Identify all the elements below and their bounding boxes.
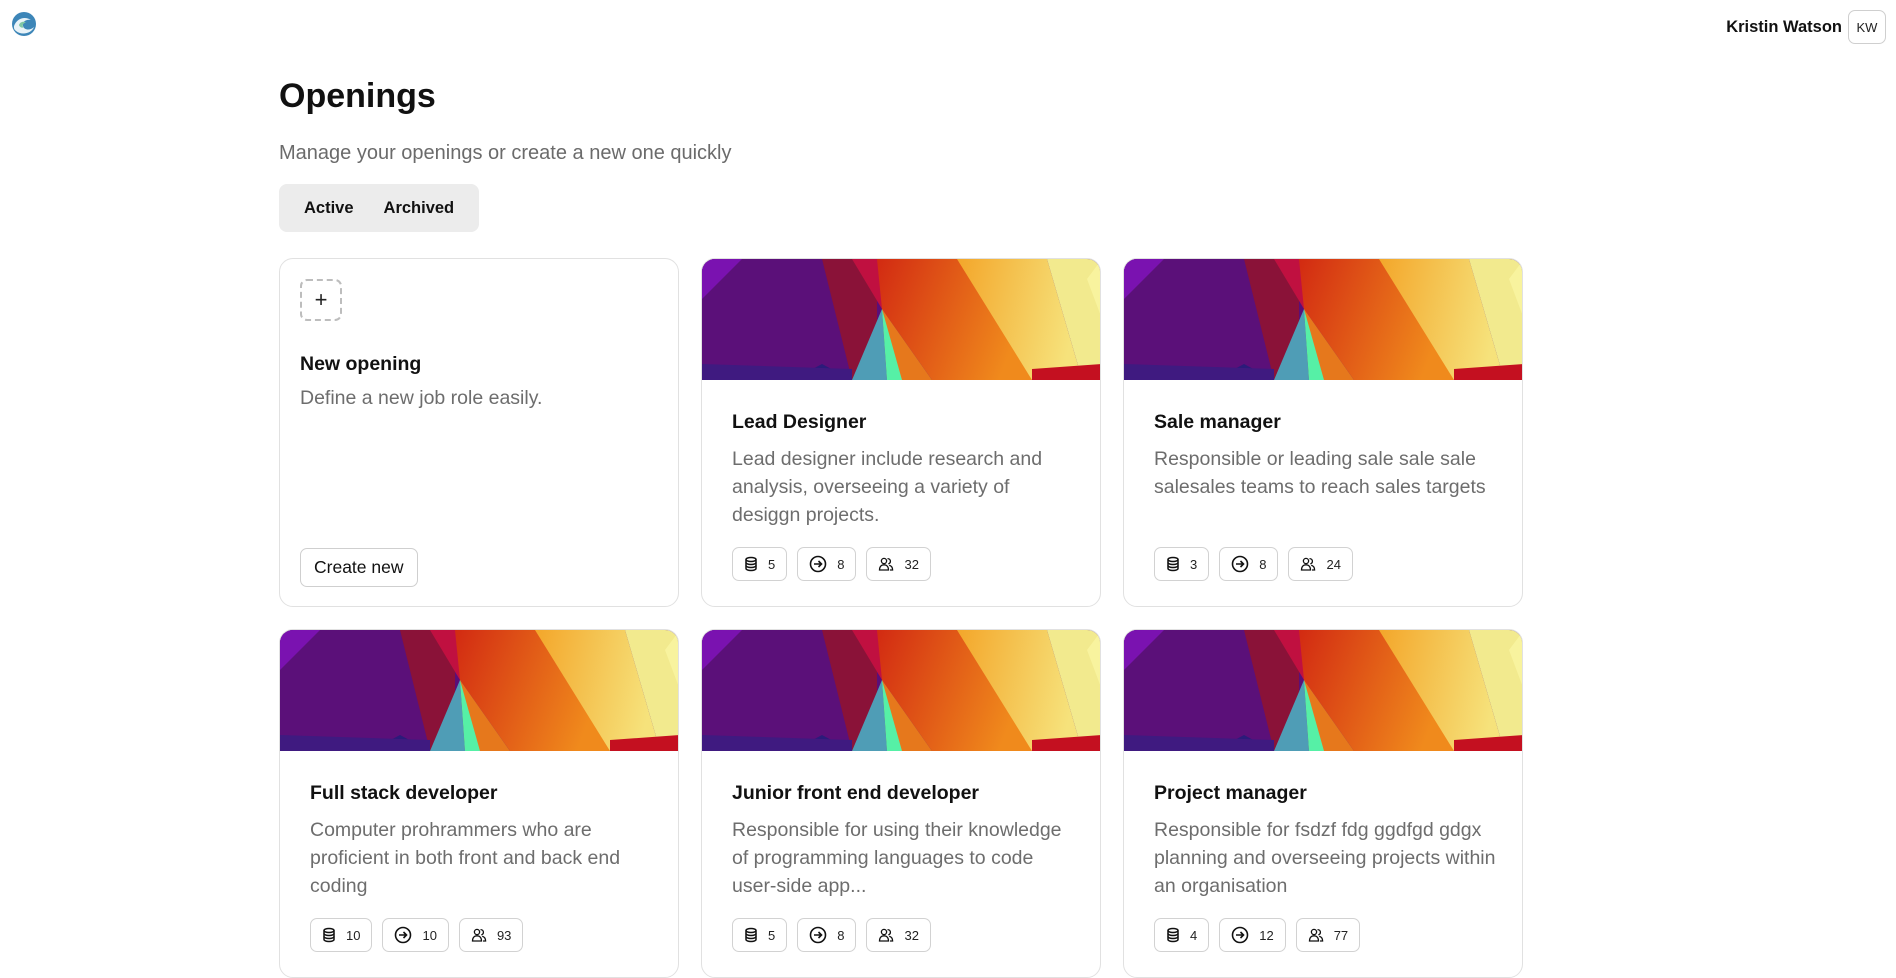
- stat-value: 24: [1326, 556, 1341, 572]
- stat-database[interactable]: 5: [732, 547, 788, 581]
- stat-candidates[interactable]: 77: [1295, 918, 1361, 952]
- stat-value: 3: [1190, 556, 1198, 572]
- opening-description: Lead designer include research and analy…: [732, 448, 1043, 526]
- opening-title: Lead Designer: [732, 411, 867, 433]
- opening-stats: 10 10 93: [310, 918, 655, 952]
- stat-value: 12: [1259, 927, 1274, 943]
- stat-stage[interactable]: 8: [1219, 547, 1279, 581]
- stat-stage[interactable]: 10: [382, 918, 449, 952]
- arrow-circle-icon: [394, 926, 412, 944]
- user-menu[interactable]: Kristin Watson KW: [1726, 10, 1886, 44]
- stat-value: 4: [1190, 927, 1198, 943]
- stat-value: 8: [1259, 556, 1267, 572]
- opening-description: Responsible for using their knowledge of…: [732, 819, 1062, 897]
- tab-active[interactable]: Active: [289, 189, 369, 227]
- page-title: Openings: [279, 77, 436, 115]
- card-banner-image: [702, 259, 1100, 380]
- stat-value: 8: [837, 556, 845, 572]
- stat-value: 32: [904, 927, 919, 943]
- users-icon: [1300, 556, 1316, 572]
- logo-icon[interactable]: [10, 10, 38, 38]
- tab-switcher: Active Archived: [279, 184, 480, 232]
- new-opening-card[interactable]: + New opening Define a new job role easi…: [279, 258, 679, 607]
- stat-candidates[interactable]: 32: [866, 918, 931, 952]
- opening-card[interactable]: Project manager Responsible for fsdzf fd…: [1123, 629, 1523, 978]
- arrow-circle-icon: [809, 555, 827, 573]
- database-icon: [322, 927, 336, 943]
- new-opening-description: Define a new job role easily.: [300, 387, 543, 409]
- stat-stage[interactable]: 8: [797, 918, 857, 952]
- opening-title: Sale manager: [1154, 411, 1281, 433]
- database-icon: [1166, 556, 1180, 572]
- opening-description: Responsible for fsdzf fdg ggdfgd gdgx pl…: [1154, 819, 1496, 897]
- users-icon: [1308, 927, 1324, 943]
- stat-value: 77: [1333, 927, 1349, 943]
- stat-value: 10: [346, 927, 361, 943]
- opening-title: Full stack developer: [310, 782, 498, 804]
- arrow-circle-icon: [809, 926, 827, 944]
- opening-stats: 5 8 32: [732, 547, 1077, 581]
- users-icon: [471, 927, 487, 943]
- arrow-circle-icon: [1231, 555, 1249, 573]
- opening-title: Project manager: [1154, 782, 1307, 804]
- users-icon: [878, 556, 894, 572]
- page-subtitle: Manage your openings or create a new one…: [279, 142, 732, 164]
- opening-card[interactable]: Full stack developer Computer prohrammer…: [279, 629, 679, 978]
- stat-database[interactable]: 10: [310, 918, 373, 952]
- stat-value: 5: [768, 927, 776, 943]
- new-opening-title: New opening: [300, 353, 422, 375]
- opening-description: Responsible or leading sale sale sale sa…: [1154, 448, 1486, 498]
- stat-value: 32: [904, 556, 919, 572]
- opening-description: Computer prohrammers who are proficient …: [310, 819, 621, 897]
- users-icon: [878, 927, 894, 943]
- plus-icon[interactable]: +: [300, 279, 342, 321]
- opening-stats: 3 8 24: [1154, 547, 1499, 581]
- stat-value: 5: [768, 556, 776, 572]
- card-banner-image: [702, 630, 1100, 751]
- top-bar: Kristin Watson KW: [0, 0, 1896, 54]
- openings-grid: + New opening Define a new job role easi…: [279, 258, 1529, 978]
- page-header: Openings Manage your openings or create …: [279, 72, 1529, 232]
- database-icon: [744, 927, 758, 943]
- stat-candidates[interactable]: 32: [866, 547, 931, 581]
- stat-candidates[interactable]: 93: [458, 918, 524, 952]
- opening-stats: 5 8 32: [732, 918, 1077, 952]
- stat-stage[interactable]: 12: [1219, 918, 1286, 952]
- opening-card[interactable]: Junior front end developer Responsible f…: [701, 629, 1101, 978]
- opening-card[interactable]: Sale manager Responsible or leading sale…: [1123, 258, 1523, 607]
- stat-stage[interactable]: 8: [797, 547, 857, 581]
- user-name: Kristin Watson: [1726, 17, 1842, 36]
- card-banner-image: [1124, 630, 1522, 751]
- opening-card[interactable]: Lead Designer Lead designer include rese…: [701, 258, 1101, 607]
- create-new-button[interactable]: Create new: [300, 548, 418, 587]
- card-banner-image: [280, 630, 678, 751]
- stat-candidates[interactable]: 24: [1288, 547, 1353, 581]
- stat-database[interactable]: 4: [1154, 918, 1210, 952]
- avatar[interactable]: KW: [1848, 10, 1886, 44]
- stat-database[interactable]: 5: [732, 918, 788, 952]
- stat-value: 93: [496, 927, 512, 943]
- stat-value: 10: [422, 927, 437, 943]
- opening-stats: 4 12 77: [1154, 918, 1499, 952]
- database-icon: [744, 556, 758, 572]
- stat-value: 8: [837, 927, 845, 943]
- card-banner-image: [1124, 259, 1522, 380]
- opening-title: Junior front end developer: [732, 782, 980, 804]
- arrow-circle-icon: [1231, 926, 1249, 944]
- stat-database[interactable]: 3: [1154, 547, 1210, 581]
- database-icon: [1166, 927, 1180, 943]
- tab-archived[interactable]: Archived: [369, 189, 470, 227]
